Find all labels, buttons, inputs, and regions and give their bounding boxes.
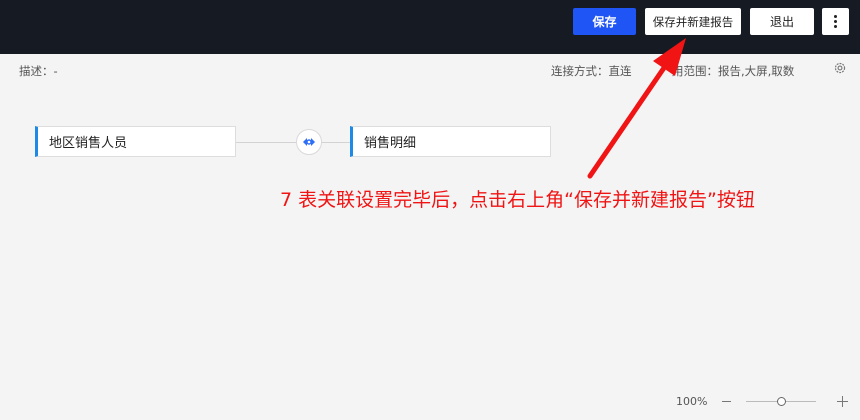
join-connector-line (236, 142, 350, 143)
zoom-in-icon[interactable] (837, 396, 848, 407)
zoom-slider-thumb[interactable] (777, 397, 786, 406)
instruction-annotation: 7 表关联设置完毕后，点击右上角“保存并新建报告”按钮 (280, 189, 755, 211)
table-node-sales-detail[interactable]: 销售明细 (350, 126, 551, 157)
table-node-label: 地区销售人员 (49, 136, 128, 151)
more-menu-button[interactable] (822, 8, 849, 35)
more-vertical-icon (834, 15, 837, 28)
table-node-label: 销售明细 (364, 136, 417, 151)
save-and-new-report-button[interactable]: 保存并新建报告 (645, 8, 741, 35)
zoom-level: 100% (676, 395, 708, 408)
connection-mode-text: 连接方式：直连 (551, 64, 632, 78)
table-node-region-sales[interactable]: 地区销售人员 (35, 126, 236, 157)
link-icon (303, 138, 315, 146)
exit-button[interactable]: 退出 (750, 8, 814, 35)
zoom-out-icon[interactable] (722, 401, 731, 402)
gear-icon[interactable] (833, 61, 847, 75)
usage-scope-text: 用范围：报告,大屏,取数 (672, 64, 795, 78)
join-link-button[interactable] (296, 129, 322, 155)
save-button[interactable]: 保存 (573, 8, 636, 35)
top-toolbar: 保存 保存并新建报告 退出 (0, 0, 860, 54)
description-text: 描述：- (19, 64, 58, 78)
